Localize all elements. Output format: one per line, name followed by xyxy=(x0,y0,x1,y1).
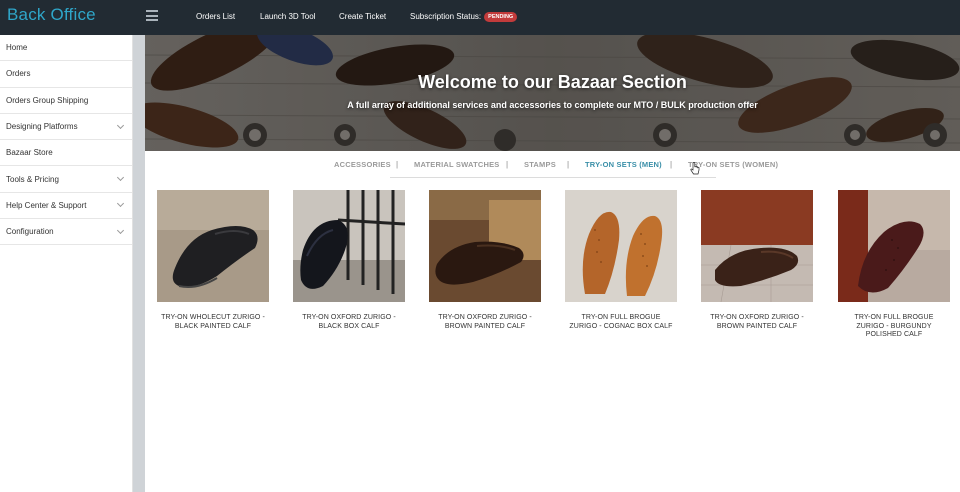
sidebar-item-configuration[interactable]: Configuration xyxy=(0,219,132,246)
sidebar-item-label: Tools & Pricing xyxy=(6,174,59,184)
hand-cursor-icon xyxy=(690,162,700,175)
hero-banner: Welcome to our Bazaar Section A full arr… xyxy=(145,35,960,151)
status-badge: PENDING xyxy=(484,12,518,22)
sidebar-item-label: Help Center & Support xyxy=(6,200,87,210)
sidebar-item-home[interactable]: Home xyxy=(0,35,132,62)
chevron-down-icon xyxy=(116,226,125,234)
brand-logo[interactable]: Back Office xyxy=(7,5,96,25)
product-image[interactable] xyxy=(838,190,950,302)
tab-try-on-sets-men[interactable]: TRY-ON SETS (MEN) xyxy=(585,160,662,169)
product-image[interactable] xyxy=(565,190,677,302)
product-name[interactable]: TRY-ON FULL BROGUE ZURIGO - BURGUNDY POL… xyxy=(838,314,950,340)
tab-separator: | xyxy=(567,160,570,169)
launch-3d-tool-link[interactable]: Launch 3D Tool xyxy=(260,12,315,21)
product-image[interactable] xyxy=(293,190,405,302)
subscription-status: Subscription Status: PENDING xyxy=(410,12,518,22)
sidebar-item-label: Home xyxy=(6,43,28,53)
sidebar-item-help-center[interactable]: Help Center & Support xyxy=(0,193,132,220)
sidebar-item-bazaar-store[interactable]: Bazaar Store xyxy=(0,140,132,167)
sidebar-item-tools-pricing[interactable]: Tools & Pricing xyxy=(0,166,132,193)
tab-try-on-sets-women[interactable]: TRY-ON SETS (WOMEN) xyxy=(688,160,778,169)
product-card[interactable]: TRY-ON OXFORD ZURIGO - BLACK BOX CALF xyxy=(293,190,405,331)
product-image[interactable] xyxy=(701,190,813,302)
product-name[interactable]: TRY-ON OXFORD ZURIGO - BROWN PAINTED CAL… xyxy=(701,314,813,331)
product-card[interactable]: TRY-ON WHOLECUT ZURIGO - BLACK PAINTED C… xyxy=(157,190,269,331)
shoes-background-image xyxy=(145,35,960,151)
product-card[interactable]: TRY-ON OXFORD ZURIGO - BROWN PAINTED CAL… xyxy=(429,190,541,331)
product-name[interactable]: TRY-ON OXFORD ZURIGO - BROWN PAINTED CAL… xyxy=(429,314,541,331)
tabs-underline xyxy=(390,177,716,178)
sidebar-item-orders-group-shipping[interactable]: Orders Group Shipping xyxy=(0,88,132,114)
tab-separator: | xyxy=(670,160,673,169)
category-tabs: ACCESSORIES | MATERIAL SWATCHES | STAMPS… xyxy=(145,160,960,174)
sidebar-item-label: Orders xyxy=(6,69,31,79)
orders-list-link[interactable]: Orders List xyxy=(196,12,235,21)
sidebar-item-designing-platforms[interactable]: Designing Platforms xyxy=(0,114,132,141)
tab-accessories[interactable]: ACCESSORIES xyxy=(334,160,391,169)
product-card[interactable]: TRY-ON FULL BROGUE ZURIGO - BURGUNDY POL… xyxy=(838,190,950,340)
tab-material-swatches[interactable]: MATERIAL SWATCHES xyxy=(414,160,499,169)
product-image[interactable] xyxy=(157,190,269,302)
chevron-down-icon xyxy=(116,174,125,182)
product-card[interactable]: TRY-ON FULL BROGUE ZURIGO - COGNAC BOX C… xyxy=(565,190,677,331)
product-name[interactable]: TRY-ON WHOLECUT ZURIGO - BLACK PAINTED C… xyxy=(157,314,269,331)
product-name[interactable]: TRY-ON FULL BROGUE ZURIGO - COGNAC BOX C… xyxy=(565,314,677,331)
product-image[interactable] xyxy=(429,190,541,302)
sidebar-item-orders[interactable]: Orders xyxy=(0,61,132,88)
sidebar-item-label: Designing Platforms xyxy=(6,122,78,132)
sidebar-item-label: Bazaar Store xyxy=(6,148,53,158)
sidebar-item-label: Orders Group Shipping xyxy=(6,95,89,105)
create-ticket-link[interactable]: Create Ticket xyxy=(339,12,386,21)
hamburger-menu-icon[interactable] xyxy=(146,10,158,21)
chevron-down-icon xyxy=(116,121,125,129)
top-navbar: Back Office Orders List Launch 3D Tool C… xyxy=(0,0,960,35)
sidebar-divider xyxy=(133,35,145,492)
product-name[interactable]: TRY-ON OXFORD ZURIGO - BLACK BOX CALF xyxy=(293,314,405,331)
sidebar-item-label: Configuration xyxy=(6,227,54,237)
tab-stamps[interactable]: STAMPS xyxy=(524,160,556,169)
chevron-down-icon xyxy=(116,200,125,208)
product-card[interactable]: TRY-ON OXFORD ZURIGO - BROWN PAINTED CAL… xyxy=(701,190,813,331)
hero-title: Welcome to our Bazaar Section xyxy=(418,72,687,92)
tab-separator: | xyxy=(396,160,399,169)
tab-separator: | xyxy=(506,160,509,169)
hero-subtitle: A full array of additional services and … xyxy=(347,100,758,110)
sidebar: Home Orders Orders Group Shipping Design… xyxy=(0,35,133,492)
subscription-status-label: Subscription Status: xyxy=(410,12,482,21)
